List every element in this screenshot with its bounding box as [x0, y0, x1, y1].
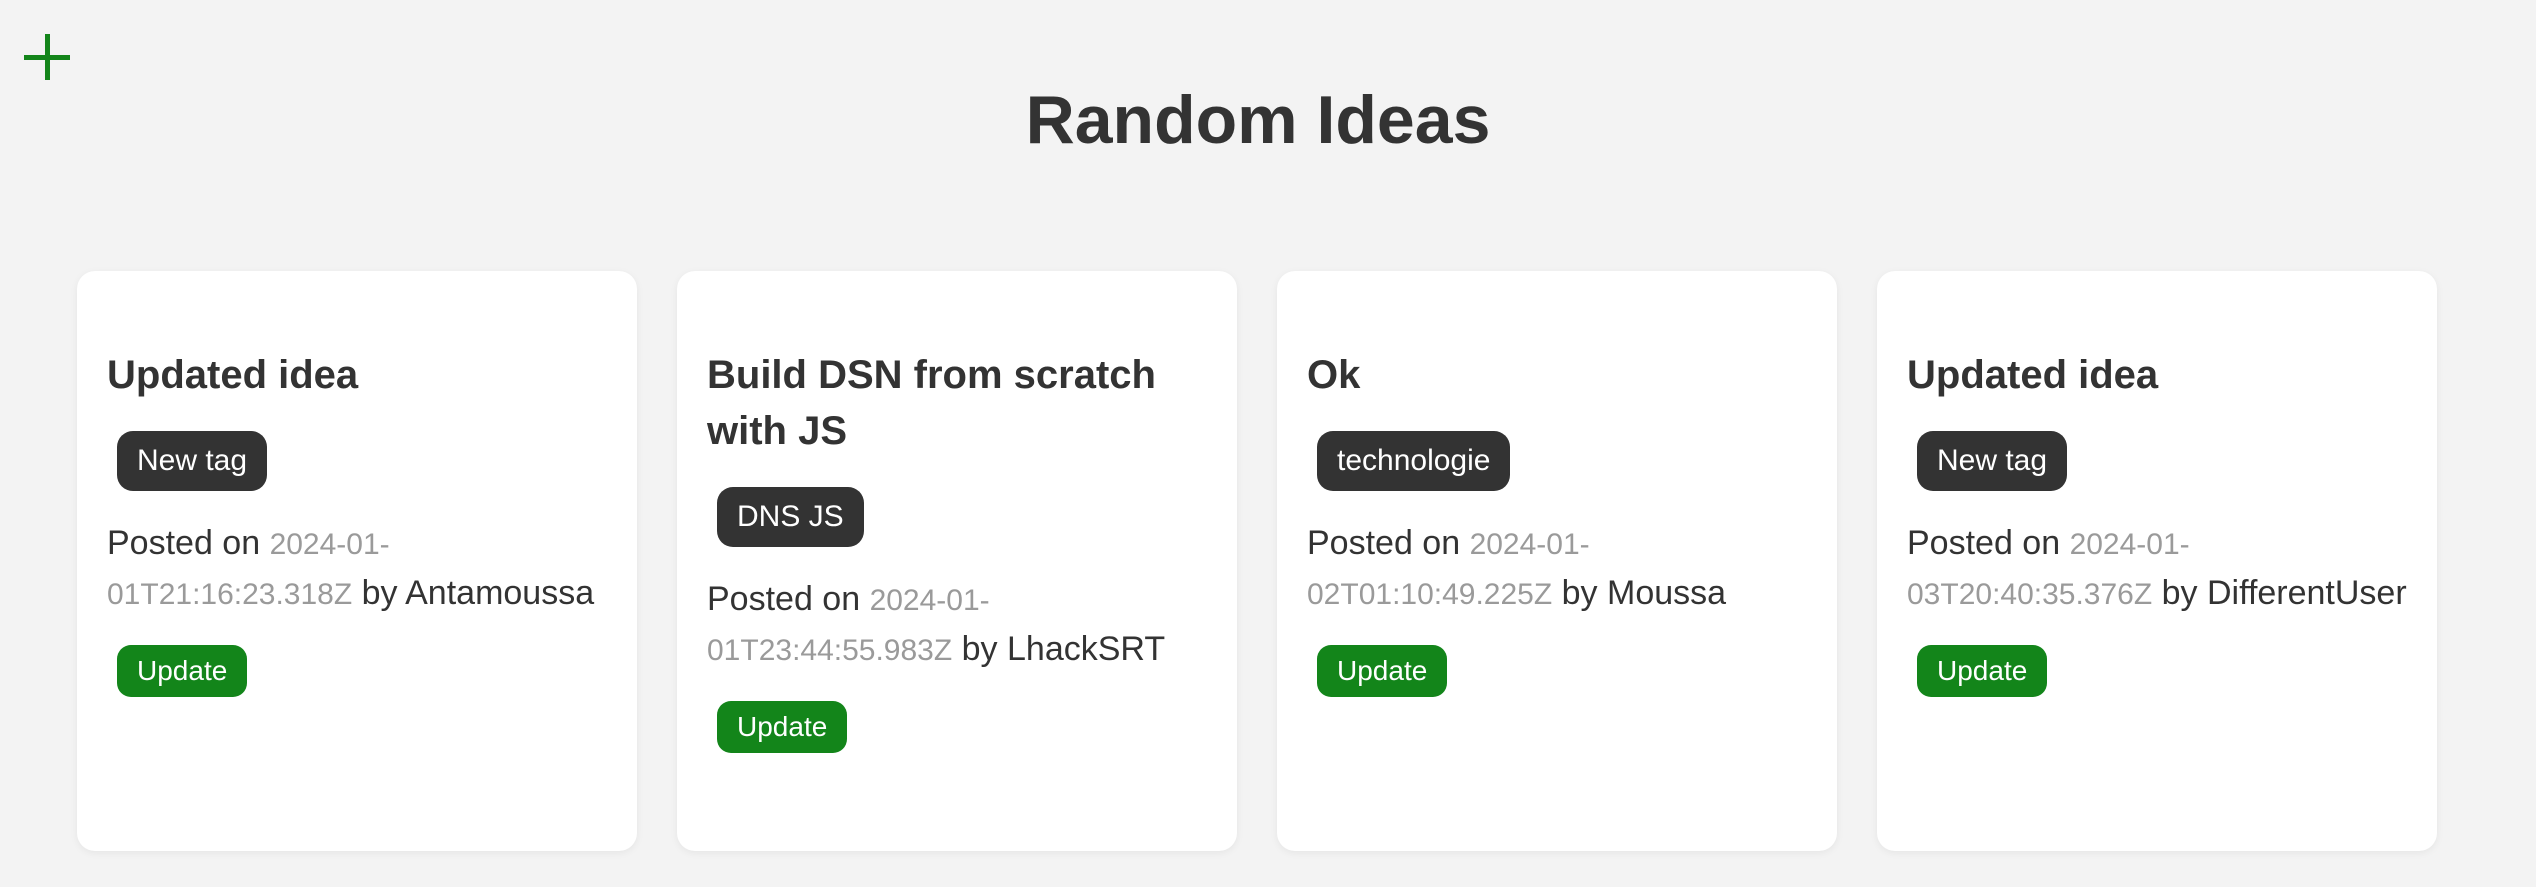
add-idea-button[interactable] — [22, 30, 76, 84]
update-button[interactable]: Update — [117, 645, 248, 697]
idea-card: Ok technologie Posted on 2024-01-02T01:1… — [1277, 271, 1837, 851]
posted-label: Posted on — [707, 580, 870, 618]
by-label: by — [2152, 574, 2207, 612]
posted-label: Posted on — [1907, 524, 2070, 562]
page-title: Random Ideas — [1025, 82, 1491, 158]
by-label: by — [1552, 574, 1607, 612]
idea-meta: Posted on 2024-01-03T20:40:35.376Z by Di… — [1907, 519, 2407, 619]
idea-title: Ok — [1307, 353, 1361, 397]
idea-meta: Posted on 2024-01-01T21:16:23.318Z by An… — [107, 519, 607, 619]
update-button[interactable]: Update — [1317, 645, 1448, 697]
idea-tag: technologie — [1317, 431, 1511, 491]
idea-meta: Posted on 2024-01-02T01:10:49.225Z by Mo… — [1307, 519, 1807, 619]
idea-title: Build DSN from scratch with JS — [707, 353, 1156, 453]
idea-list: Updated idea New tag Posted on 2024-01-0… — [77, 271, 2437, 851]
by-label: by — [352, 574, 406, 612]
idea-tag: New tag — [117, 431, 268, 491]
posted-label: Posted on — [107, 524, 270, 562]
idea-card: Build DSN from scratch with JS DNS JS Po… — [677, 271, 1237, 851]
update-button[interactable]: Update — [1917, 645, 2048, 697]
idea-title: Updated idea — [107, 353, 359, 397]
idea-card: Updated idea New tag Posted on 2024-01-0… — [77, 271, 637, 851]
idea-author: Antamoussa — [405, 574, 595, 612]
update-button[interactable]: Update — [717, 701, 848, 753]
by-label: by — [952, 630, 1007, 668]
idea-author: Moussa — [1607, 574, 1727, 612]
idea-card: Updated idea New tag Posted on 2024-01-0… — [1877, 271, 2437, 851]
idea-author: LhackSRT — [1007, 630, 1166, 668]
idea-title: Updated idea — [1907, 353, 2159, 397]
idea-tag: DNS JS — [717, 487, 864, 547]
posted-label: Posted on — [1307, 524, 1470, 562]
idea-author: DifferentUser — [2207, 574, 2407, 612]
idea-tag: New tag — [1917, 431, 2068, 491]
idea-meta: Posted on 2024-01-01T23:44:55.983Z by Lh… — [707, 575, 1207, 675]
